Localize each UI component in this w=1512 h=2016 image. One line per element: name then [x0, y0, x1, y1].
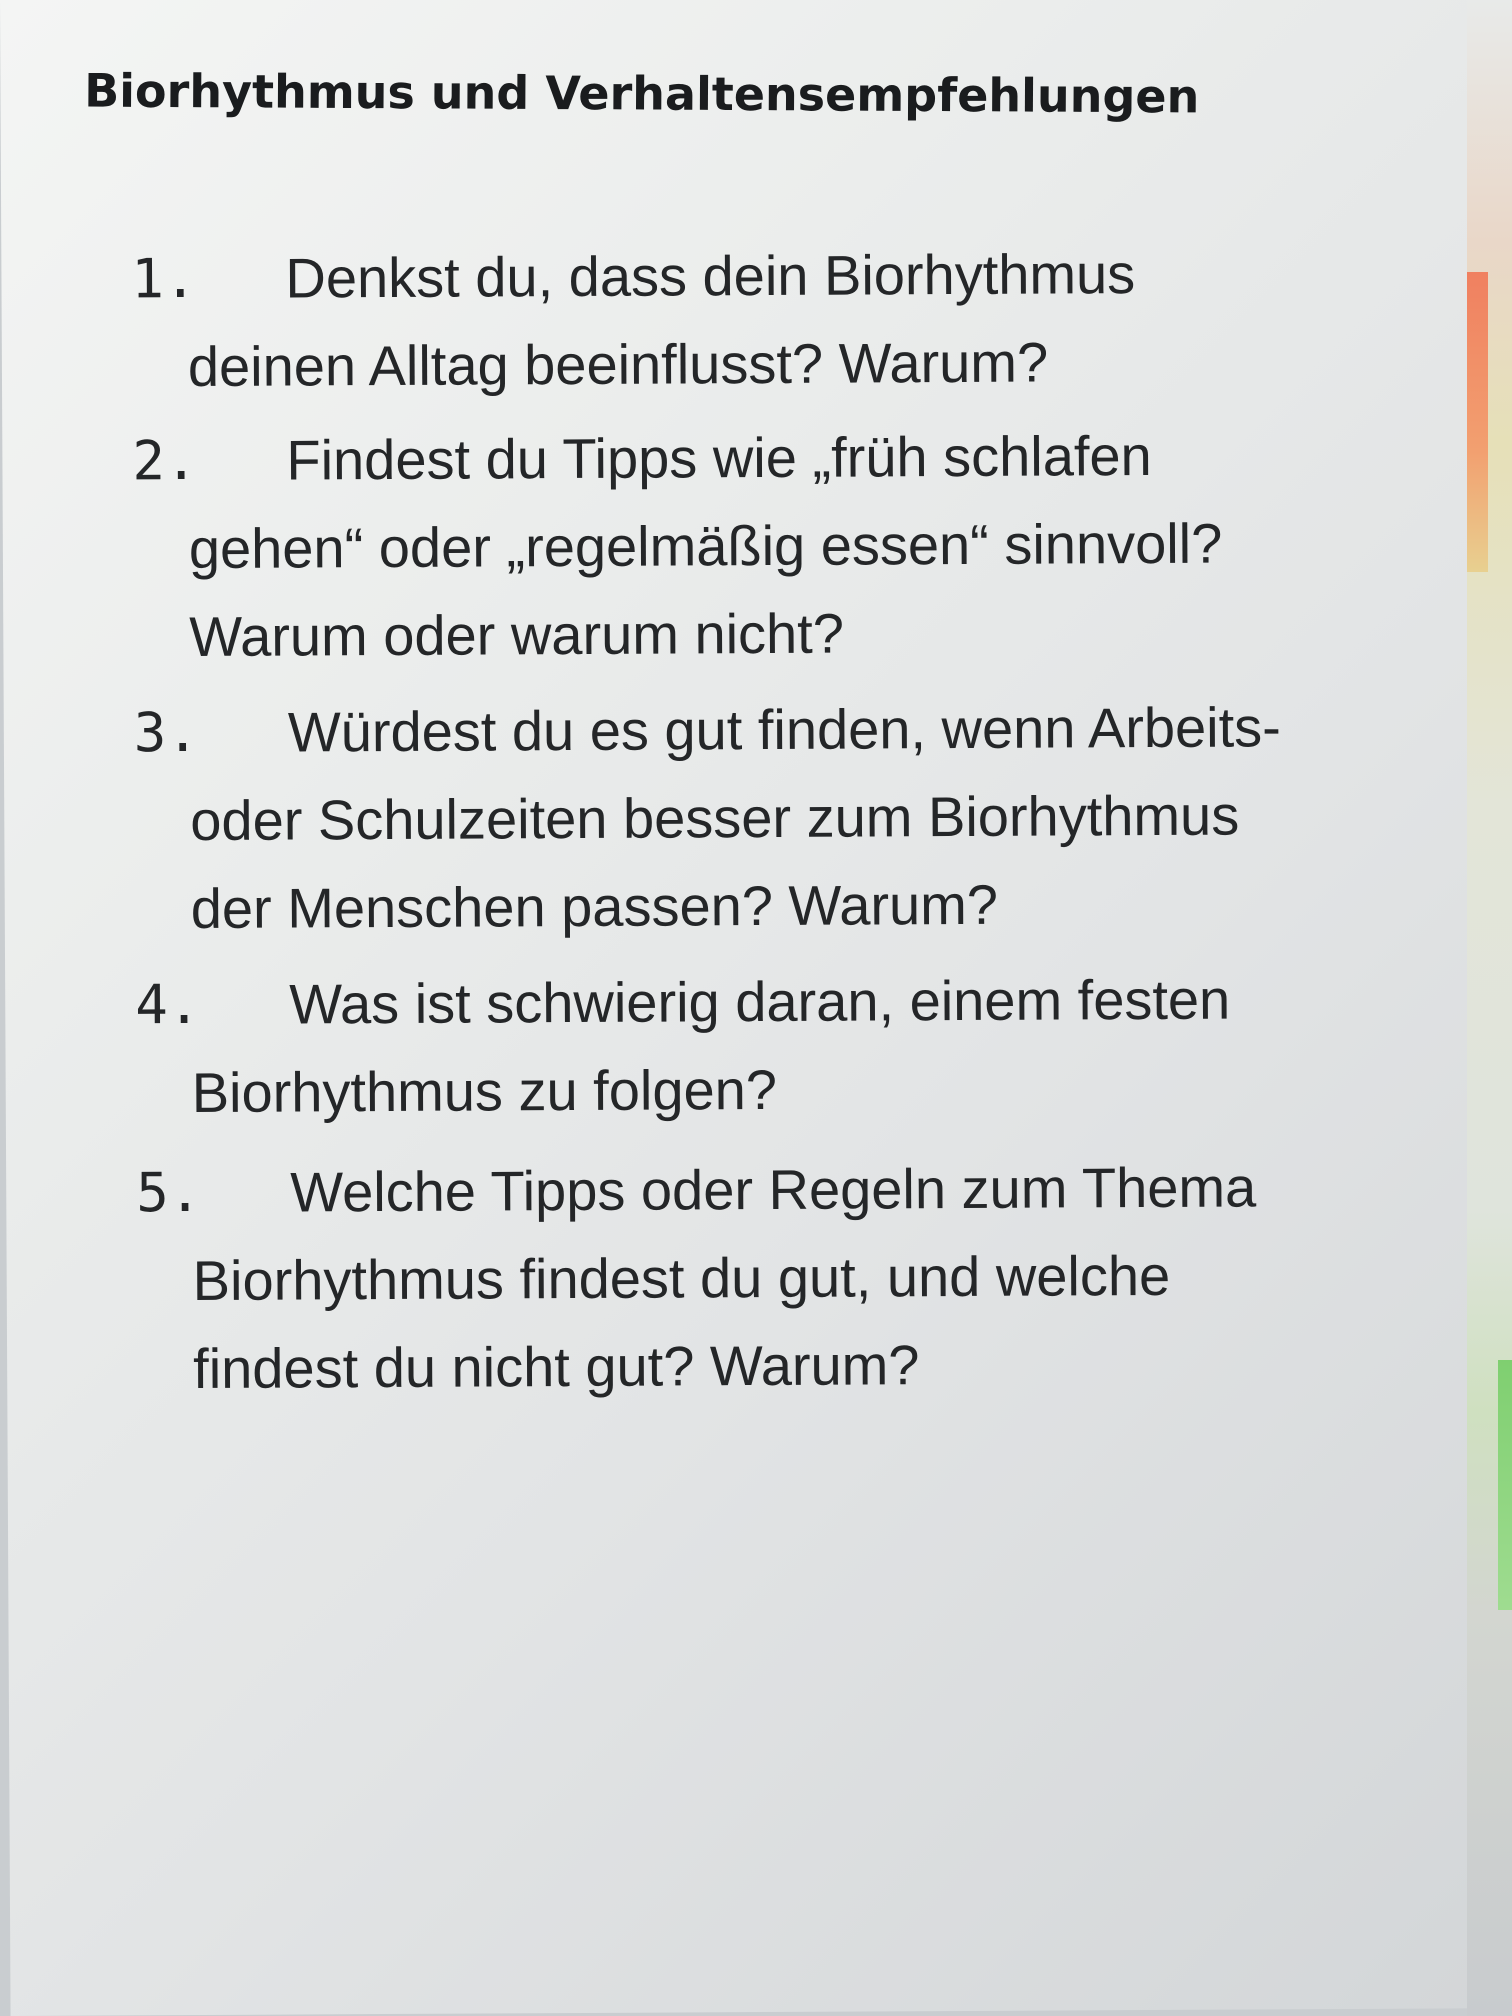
question-number: 3. — [133, 700, 200, 765]
question-item-5: 5. Welche Tipps oder Regeln zum Thema Bi… — [136, 1143, 1287, 1413]
question-number: 1. — [131, 246, 197, 311]
green-paper-edge — [1498, 1360, 1512, 1610]
question-text: Denkst du, dass dein Biorhythmus deinen … — [187, 242, 1136, 399]
orange-paper-edge — [1467, 272, 1488, 572]
question-text: Welche Tipps oder Regeln zum Thema Biorh… — [192, 1155, 1257, 1401]
question-list: 1. Denkst du, dass dein Biorhythmus dein… — [131, 229, 1287, 1421]
paper-sheet: Biorhythmus und Verhaltensempfehlungen 1… — [0, 0, 1481, 2016]
page-title: Biorhythmus und Verhaltensempfehlungen — [84, 63, 1200, 124]
question-text: Findest du Tipps wie „früh schlafen gehe… — [188, 423, 1223, 669]
question-item-1: 1. Denkst du, dass dein Biorhythmus dein… — [131, 229, 1282, 411]
question-item-3: 3. Würdest du es gut finden, wenn Arbeit… — [134, 683, 1285, 953]
question-item-2: 2. Findest du Tipps wie „früh schlafen g… — [132, 411, 1283, 681]
question-text: Was ist schwierig daran, einem festen Bi… — [191, 967, 1231, 1125]
question-text: Würdest du es gut finden, wenn Arbeits- … — [190, 695, 1281, 941]
background-edge — [1467, 0, 1512, 2016]
question-number: 5. — [136, 1160, 202, 1225]
question-item-4: 4. Was ist schwierig daran, einem festen… — [135, 955, 1286, 1137]
question-number: 2. — [132, 428, 198, 493]
question-number: 4. — [135, 972, 201, 1037]
